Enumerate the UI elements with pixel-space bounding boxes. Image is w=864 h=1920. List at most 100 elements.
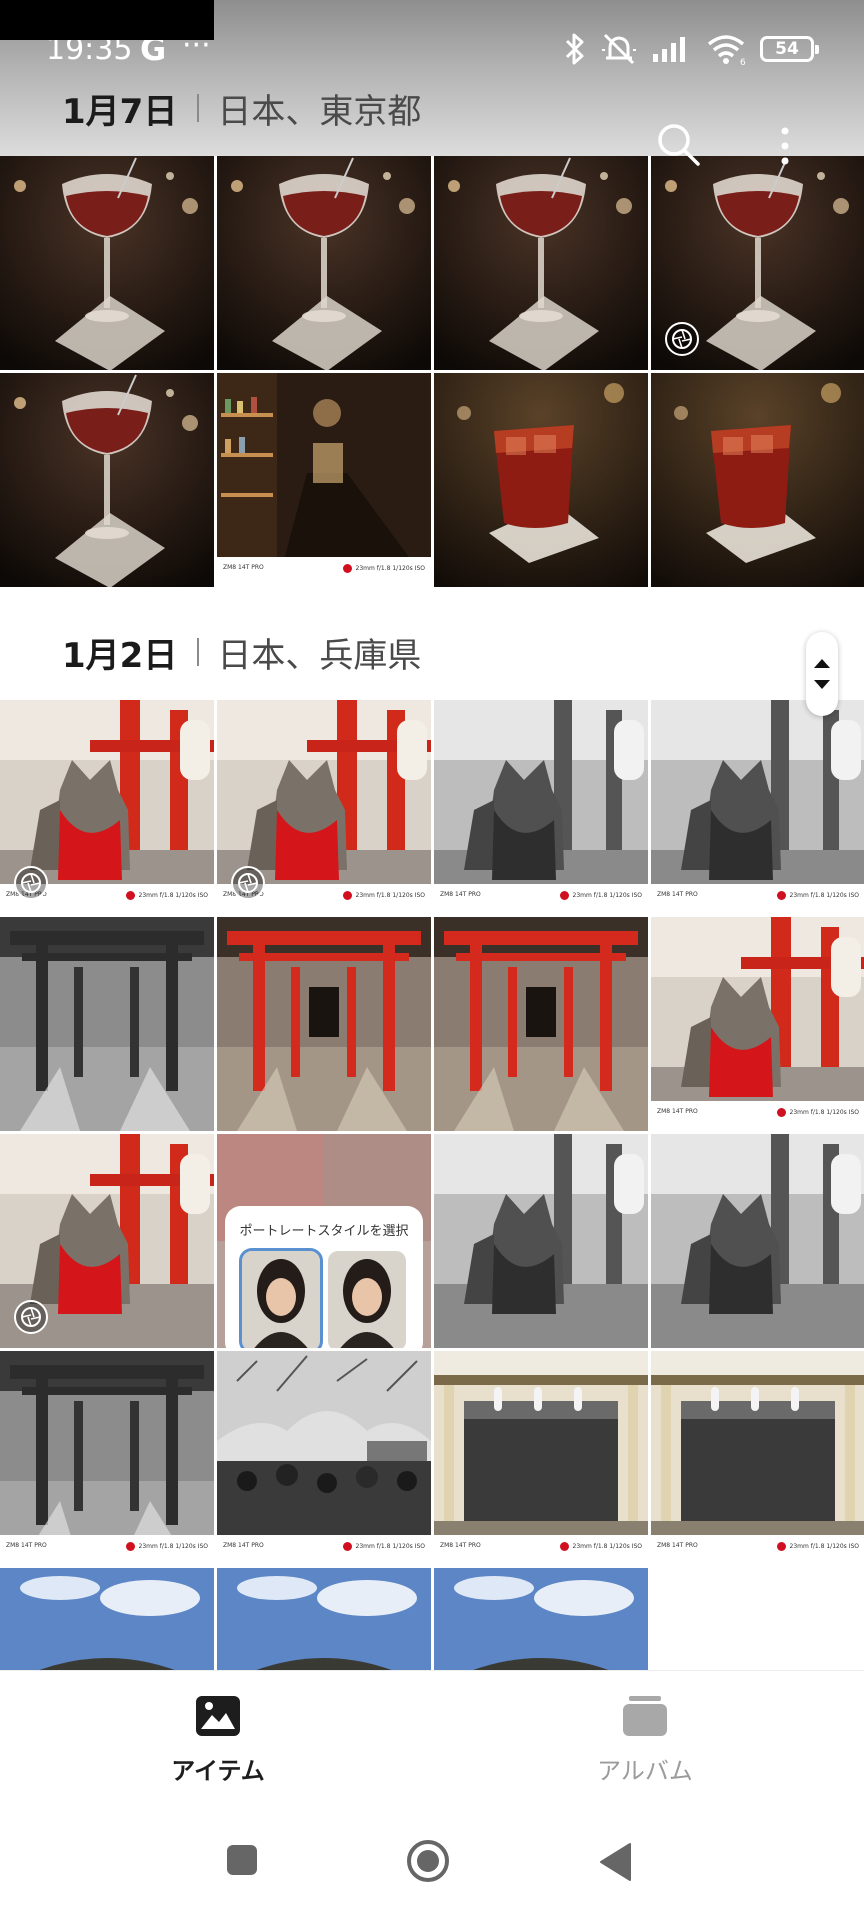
photo-thumbnail[interactable]: ZM8 14T PRO 23mm f/1.8 1/120s ISO	[651, 700, 864, 914]
recents-button[interactable]	[224, 1842, 260, 1878]
leica-logo-icon	[559, 891, 569, 900]
redaction-box	[0, 0, 214, 40]
mute-icon	[602, 33, 636, 65]
leica-logo-icon	[559, 1542, 569, 1551]
photo-thumbnail[interactable]: ZM8 14T PRO 23mm f/1.8 1/120s ISO	[0, 1351, 214, 1565]
photo-thumbnail[interactable]: ZM8 14T PRO 23mm f/1.8 1/120s ISO	[217, 373, 431, 587]
tab-albums-label: アルバム	[597, 1757, 693, 1785]
leica-logo-icon	[776, 1542, 786, 1551]
photo-thumbnail[interactable]	[651, 373, 864, 587]
photo-image	[217, 917, 431, 1131]
photo-image	[434, 700, 648, 914]
photo-image	[651, 1134, 864, 1348]
photo-thumbnail[interactable]: ZM8 14T PRO 23mm f/1.8 1/120s ISO	[434, 700, 648, 914]
camera-model: ZM8 14T PRO	[440, 1542, 481, 1549]
photo-thumbnail[interactable]: ZM8 14T PRO 23mm f/1.8 1/120s ISO	[434, 1351, 648, 1565]
tab-items-label: アイテム	[171, 1757, 265, 1785]
photo-grid-2: ZM8 14T PRO 23mm f/1.8 1/120s ISO ZM8 14…	[0, 700, 864, 1782]
signal-icon	[653, 37, 685, 62]
battery-level: 54	[775, 39, 799, 59]
photo-thumbnail[interactable]: ZM8 14T PRO 23mm f/1.8 1/120s ISO	[217, 1351, 431, 1565]
photo-image	[651, 700, 864, 914]
photo-thumbnail[interactable]	[0, 373, 214, 587]
leica-logo-icon	[342, 891, 352, 900]
camera-lens-badge-icon	[14, 1300, 48, 1334]
photo-thumbnail[interactable]	[651, 1134, 864, 1348]
photo-image	[217, 1351, 431, 1565]
photo-thumbnail[interactable]: ZM8 14T PRO 23mm f/1.8 1/120s ISO	[651, 1351, 864, 1565]
divider	[197, 638, 200, 666]
photo-image	[651, 1351, 864, 1565]
photo-thumbnail[interactable]	[434, 373, 648, 587]
exif-text: 23mm f/1.8 1/120s ISO	[789, 892, 859, 899]
photo-thumbnail[interactable]	[0, 1134, 214, 1348]
photo-thumbnail[interactable]: ZM8 14T PRO 23mm f/1.8 1/120s ISO	[217, 700, 431, 914]
photo-image	[217, 156, 431, 370]
photo-image	[0, 1351, 214, 1565]
photo-image	[434, 1351, 648, 1565]
bottom-navigation: アイテム アルバム	[0, 1670, 864, 1802]
photo-thumbnail[interactable]	[434, 156, 648, 370]
photo-thumbnail[interactable]	[434, 1134, 648, 1348]
svg-text:6: 6	[740, 58, 746, 65]
photo-grid-1: ZM8 14T PRO 23mm f/1.8 1/120s ISO	[0, 156, 864, 587]
leica-watermark-strip: ZM8 14T PRO 23mm f/1.8 1/120s ISO	[651, 884, 864, 914]
leica-logo-icon	[776, 891, 786, 900]
camera-model: ZM8 14T PRO	[223, 1542, 264, 1549]
search-icon[interactable]	[654, 120, 702, 168]
photo-thumbnail[interactable]	[217, 156, 431, 370]
exif-text: 23mm f/1.8 1/120s ISO	[138, 1543, 208, 1550]
tab-albums[interactable]: アルバム	[545, 1695, 745, 1786]
exif-text: 23mm f/1.8 1/120s ISO	[789, 1543, 859, 1550]
section-date: 1月7日	[62, 91, 178, 132]
photo-thumbnail[interactable]: ZM8 14T PRO 23mm f/1.8 1/120s ISO	[651, 917, 864, 1131]
home-button[interactable]	[404, 1838, 452, 1884]
leica-watermark-strip: ZM8 14T PRO 23mm f/1.8 1/120s ISO	[434, 1535, 648, 1565]
more-vertical-icon[interactable]	[777, 126, 793, 166]
section-location: 日本、東京都	[217, 91, 422, 132]
leica-logo-icon	[342, 1542, 352, 1551]
back-button[interactable]	[598, 1842, 632, 1882]
arrow-up-icon	[814, 659, 830, 668]
leica-watermark-strip: ZM8 14T PRO 23mm f/1.8 1/120s ISO	[651, 1101, 864, 1131]
photo-icon	[196, 1696, 240, 1736]
camera-model: ZM8 14T PRO	[657, 1108, 698, 1115]
photo-image	[434, 373, 648, 587]
exif-text: 23mm f/1.8 1/120s ISO	[355, 565, 425, 572]
portrait-style-title: ポートレートスタイルを選択	[239, 1224, 409, 1239]
photo-thumbnail[interactable]	[434, 917, 648, 1131]
camera-model: ZM8 14T PRO	[6, 1542, 47, 1549]
divider	[197, 94, 200, 122]
leica-watermark-strip: ZM8 14T PRO 23mm f/1.8 1/120s ISO	[0, 1535, 214, 1565]
photo-thumbnail[interactable]	[0, 156, 214, 370]
portrait-thumb	[239, 1248, 323, 1348]
tab-items[interactable]: アイテム	[118, 1695, 318, 1786]
fast-scroll-handle[interactable]	[806, 632, 838, 716]
exif-text: 23mm f/1.8 1/120s ISO	[572, 892, 642, 899]
wifi-icon: 6	[707, 35, 746, 65]
photo-image	[434, 156, 648, 370]
exif-text: 23mm f/1.8 1/120s ISO	[138, 892, 208, 899]
photo-image	[434, 917, 648, 1131]
photo-thumbnail[interactable]	[651, 156, 864, 370]
leica-logo-icon	[342, 564, 352, 573]
photo-thumbnail[interactable]: ポートレートスタイルを選択	[217, 1134, 431, 1348]
photo-thumbnail[interactable]	[0, 917, 214, 1131]
camera-model: ZM8 14T PRO	[657, 891, 698, 898]
photo-image	[434, 1134, 648, 1348]
camera-lens-badge-icon	[665, 322, 699, 356]
system-navigation-bar	[0, 1802, 864, 1920]
leica-watermark-strip: ZM8 14T PRO 23mm f/1.8 1/120s ISO	[651, 1535, 864, 1565]
photo-thumbnail[interactable]	[217, 917, 431, 1131]
photo-image	[217, 373, 431, 587]
photo-thumbnail[interactable]: ZM8 14T PRO 23mm f/1.8 1/120s ISO	[0, 700, 214, 914]
camera-model: ZM8 14T PRO	[440, 891, 481, 898]
leica-watermark-strip: ZM8 14T PRO 23mm f/1.8 1/120s ISO	[217, 557, 431, 587]
exif-text: 23mm f/1.8 1/120s ISO	[355, 1543, 425, 1550]
photo-image	[0, 373, 214, 587]
exif-text: 23mm f/1.8 1/120s ISO	[572, 1543, 642, 1550]
section-header-2: 1月2日 日本、兵庫県	[62, 622, 421, 682]
section-date: 1月2日	[62, 635, 178, 676]
exif-text: 23mm f/1.8 1/120s ISO	[789, 1109, 859, 1116]
photo-image	[0, 156, 214, 370]
